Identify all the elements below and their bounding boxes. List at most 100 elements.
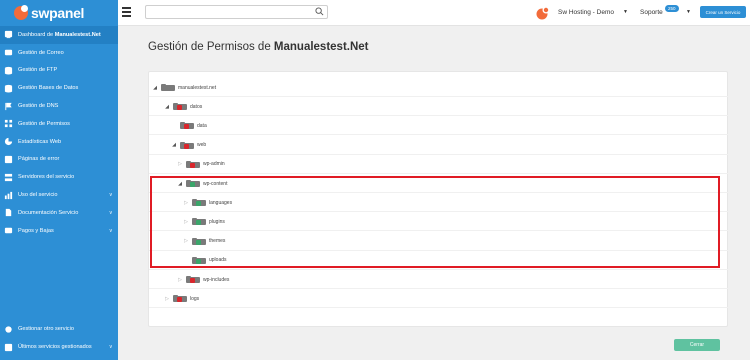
folder-icon[interactable] — [180, 141, 194, 149]
database-icon — [4, 84, 13, 93]
gear-icon — [4, 325, 13, 334]
chevron-down-icon[interactable]: v — [110, 210, 113, 216]
page-title: Gestión de Permisos de Manualestest.Net — [148, 41, 369, 53]
tree-node-label[interactable]: wp-includes — [203, 277, 229, 283]
sidebar-item-label: Pagos y Bajas — [18, 227, 54, 234]
sidebar-item-gesti-n-de-ftp[interactable]: Gestión de FTP — [0, 62, 118, 80]
sidebar-item-gesti-n-de-permisos[interactable]: Gestión de Permisos — [0, 115, 118, 133]
highlight-box — [150, 176, 720, 268]
sidebar-item-gesti-n-de-correo[interactable]: Gestión de Correo — [0, 44, 118, 62]
tree-row: ◢ datos — [149, 97, 729, 117]
permission-red-icon — [184, 143, 189, 149]
tree-node-label[interactable]: manualestest.net — [178, 85, 216, 91]
sidebar-item-gesti-n-de-dns[interactable]: Gestión de DNS — [0, 97, 118, 115]
sidebar-item-label: Páginas de error — [18, 156, 60, 163]
permission-red-icon — [184, 124, 189, 130]
sidebar-item-gesti-n-bases-de-datos[interactable]: Gestión Bases de Datos — [0, 79, 118, 97]
permission-red-icon — [177, 105, 182, 111]
mail-icon — [4, 48, 13, 57]
collapse-arrow-icon[interactable]: ▷ — [177, 161, 183, 167]
chevron-down-icon[interactable]: v — [110, 344, 113, 350]
sidebar-item-pagos-y-bajas[interactable]: Pagos y Bajas v — [0, 222, 118, 240]
folder-icon[interactable] — [186, 160, 200, 168]
expand-arrow-icon[interactable]: ◢ — [171, 142, 177, 148]
sidebar-item-label: Uso del servicio — [18, 192, 58, 199]
sidebar-item-label: Gestión de Correo — [18, 49, 64, 56]
sidebar-bottom-nav: Gestionar otro servicio Últimos servicios… — [0, 320, 118, 356]
support-caret-icon[interactable]: ▼ — [686, 9, 691, 15]
search-icon[interactable] — [315, 7, 324, 16]
sidebar-item-label: Gestión de Permisos — [18, 120, 70, 127]
folder-icon[interactable] — [186, 276, 200, 283]
sidebar-item-documentaci-n-servicio[interactable]: Documentación Servicio v — [0, 204, 118, 222]
database-icon — [4, 66, 13, 75]
sidebar-item-label: Gestión de DNS — [18, 103, 59, 110]
history-icon — [4, 343, 13, 352]
pie-chart-icon — [4, 137, 13, 146]
sidebar-item-label: Servidores del servicio — [18, 174, 75, 181]
expand-arrow-icon[interactable]: ◢ — [152, 85, 158, 91]
sidebar-item-label: Últimos servicios gestionados — [18, 344, 92, 351]
expand-arrow-icon[interactable]: ◢ — [164, 104, 170, 110]
page-title-domain: Manualestest.Net — [273, 41, 369, 53]
swpanel-logo-icon — [14, 5, 28, 20]
sidebar-item-label: Documentación Servicio — [18, 209, 79, 216]
user-avatar[interactable] — [536, 6, 550, 20]
tree-node-label[interactable]: datos — [190, 104, 202, 110]
usage-icon — [4, 191, 13, 200]
tree-node-label[interactable]: wp-admin — [203, 161, 225, 167]
folder-icon[interactable] — [161, 84, 175, 91]
chevron-down-icon[interactable]: v — [110, 192, 113, 198]
folder-icon[interactable] — [173, 103, 187, 111]
tree-row: data — [149, 116, 729, 136]
tree-row: ▷ wp-includes — [149, 270, 729, 289]
brand-logo[interactable]: swpanel — [0, 0, 118, 26]
sidebar-item-manualestest-net[interactable]: Dashboard de Manualestest.Net — [0, 26, 118, 44]
tree-node-label[interactable]: logs — [190, 296, 199, 302]
sidebar-item-p-ginas-de-error[interactable]: Páginas de error — [0, 151, 118, 169]
support-link[interactable]: Soporte — [640, 9, 663, 16]
top-bar: Sw Hosting - Demo ▼ Soporte 250 ▼ Crear … — [118, 0, 750, 26]
servers-icon — [4, 173, 13, 182]
sidebar-item-estad-sticas-web[interactable]: Estadísticas Web — [0, 133, 118, 151]
tree-node-label[interactable]: web — [197, 142, 206, 148]
sidebar-item-label: Dashboard de Manualestest.Net — [18, 32, 101, 38]
permission-red-icon — [190, 162, 195, 168]
tree-row: ▷ wp-admin — [149, 155, 729, 174]
sidebar-item-label: Gestionar otro servicio — [18, 326, 74, 333]
tree-row: ◢ web — [149, 136, 729, 155]
support-badge: 250 — [665, 5, 679, 12]
menu-toggle-icon[interactable] — [122, 7, 131, 17]
sidebar-item-label: Gestión de FTP — [18, 67, 58, 74]
tree-row: ▷ logs — [149, 289, 729, 309]
tree-node-label[interactable]: data — [197, 123, 207, 129]
sidebar-item-label: Gestión Bases de Datos — [18, 85, 79, 92]
search-input[interactable] — [145, 5, 328, 19]
permissions-icon — [4, 119, 13, 128]
sidebar-item-gestionar-otro-servicio[interactable]: Gestionar otro servicio — [0, 320, 118, 338]
user-name[interactable]: Sw Hosting - Demo — [558, 9, 614, 16]
folder-icon[interactable] — [173, 295, 187, 303]
collapse-arrow-icon[interactable]: ▷ — [177, 277, 183, 283]
sidebar-nav: Dashboard de Manualestest.Net Gestión de … — [0, 26, 118, 240]
permission-red-icon — [177, 297, 182, 303]
error-page-icon — [4, 155, 13, 164]
flag-icon — [4, 102, 13, 111]
payments-icon — [4, 226, 13, 235]
sidebar-item--ltimos-servicios-gestionados[interactable]: Últimos servicios gestionados v — [0, 338, 118, 356]
sidebar-item-uso-del-servicio[interactable]: Uso del servicio v — [0, 186, 118, 204]
dashboard-icon — [4, 30, 13, 39]
close-button[interactable]: Cerrar — [674, 339, 720, 351]
sidebar-item-label: Estadísticas Web — [18, 138, 62, 145]
sidebar-item-servidores-del-servicio[interactable]: Servidores del servicio — [0, 168, 118, 186]
sidebar: swpanel Dashboard de Manualestest.Net Ges… — [0, 0, 118, 360]
chevron-down-icon[interactable]: v — [110, 228, 113, 234]
brand-name: swpanel — [31, 5, 85, 21]
page-title-prefix: Gestión de Permisos de — [148, 41, 274, 53]
document-icon — [4, 208, 13, 217]
folder-icon[interactable] — [180, 122, 194, 130]
create-service-button[interactable]: Crear un Servicio — [700, 6, 746, 18]
tree-row: ◢ manualestest.net — [149, 78, 729, 97]
user-menu-caret-icon[interactable]: ▼ — [623, 9, 628, 15]
collapse-arrow-icon[interactable]: ▷ — [164, 296, 170, 302]
